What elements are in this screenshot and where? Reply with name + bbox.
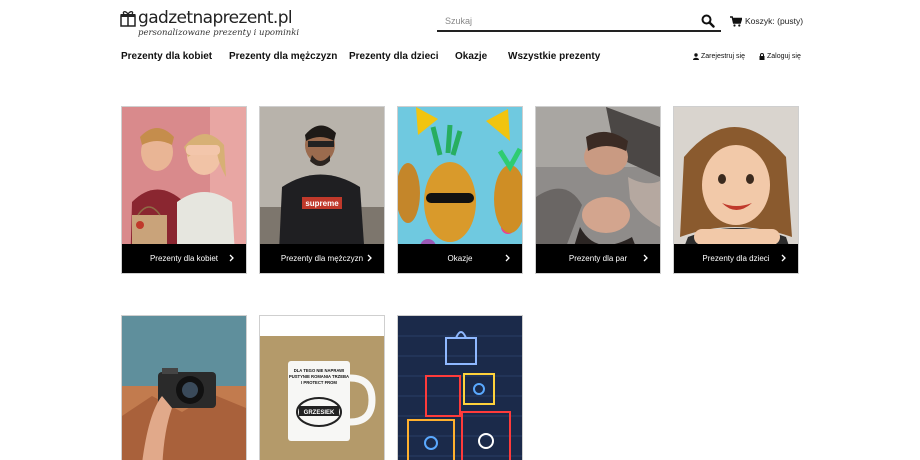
photo-tile-camera[interactable]	[121, 315, 247, 460]
category-label-occasions: Okazje	[447, 254, 473, 263]
chevron-right-icon	[781, 254, 786, 262]
mug-name-text: GRZESIEK	[304, 410, 335, 416]
chevron-right-icon	[229, 254, 234, 262]
cart-link[interactable]: Koszyk: (pusty)	[730, 14, 803, 28]
search-input[interactable]	[445, 13, 695, 29]
mug-photo: DLA TEGO NIE NAPRAWI PUSTYNIE ROMANIA TR…	[260, 316, 384, 460]
nav-item-men[interactable]: Prezenty dla mężczyzn	[229, 51, 337, 62]
user-icon	[693, 52, 699, 60]
photo-tile-neon-gifts[interactable]	[397, 315, 523, 460]
cart-icon	[730, 15, 742, 27]
mug-text-line-2: PUSTYNIE ROMANIA TRZEBA	[289, 374, 349, 379]
brand-tagline: personalizowane prezenty i upominki	[138, 28, 300, 38]
category-tile-couples[interactable]: Prezenty dla par	[535, 106, 661, 274]
search-icon[interactable]	[701, 14, 715, 28]
category-bar-kids[interactable]: Prezenty dla dzieci	[674, 244, 798, 273]
category-bar-couples[interactable]: Prezenty dla par	[536, 244, 660, 273]
nav-item-kids[interactable]: Prezenty dla dzieci	[349, 51, 438, 62]
brand-name: gadzetnaprezent.pl	[138, 8, 293, 28]
category-tile-women[interactable]: Prezenty dla kobiet	[121, 106, 247, 274]
nav-item-women[interactable]: Prezenty dla kobiet	[121, 51, 212, 62]
neon-gifts-photo	[398, 316, 522, 460]
category-bar-men[interactable]: Prezenty dla mężczyzn	[260, 244, 384, 273]
category-label-women: Prezenty dla kobiet	[149, 254, 219, 263]
photo-tile-mug[interactable]: DLA TEGO NIE NAPRAWI PUSTYNIE ROMANIA TR…	[259, 315, 385, 460]
chevron-right-icon	[505, 254, 510, 262]
mug-text-line-1: DLA TEGO NIE NAPRAWI	[294, 368, 345, 373]
login-link[interactable]: Zaloguj się	[759, 51, 801, 61]
search-bar	[437, 11, 721, 32]
category-tile-men[interactable]: supreme Prezenty dla mężczyzn	[259, 106, 385, 274]
category-label-kids: Prezenty dla dzieci	[702, 254, 770, 263]
cart-label: Koszyk: (pusty)	[745, 16, 804, 26]
category-bar-women[interactable]: Prezenty dla kobiet	[122, 244, 246, 273]
category-tile-kids[interactable]: Prezenty dla dzieci	[673, 106, 799, 274]
camera-photo	[122, 316, 246, 460]
category-tile-occasions[interactable]: Okazje	[397, 106, 523, 274]
mug-text-line-3: I PROTECT FROM	[301, 380, 337, 385]
chevron-right-icon	[367, 254, 372, 262]
site-header: gadzetnaprezent.pl personalizowane preze…	[0, 0, 920, 90]
category-bar-occasions[interactable]: Okazje	[398, 244, 522, 273]
register-link[interactable]: Zarejestruj się	[693, 51, 745, 61]
site-logo[interactable]: gadzetnaprezent.pl personalizowane preze…	[120, 8, 299, 42]
lock-icon	[759, 52, 765, 60]
register-label: Zarejestruj się	[701, 52, 745, 60]
category-label-couples: Prezenty dla par	[568, 254, 628, 263]
category-label-men: Prezenty dla mężczyzn	[280, 254, 364, 263]
gift-logo-icon	[120, 11, 136, 27]
nav-item-occasions[interactable]: Okazje	[455, 51, 487, 62]
login-label: Zaloguj się	[767, 52, 801, 60]
nav-item-all-gifts[interactable]: Wszystkie prezenty	[508, 51, 600, 62]
chevron-right-icon	[643, 254, 648, 262]
shirt-print-text: supreme	[305, 199, 339, 208]
